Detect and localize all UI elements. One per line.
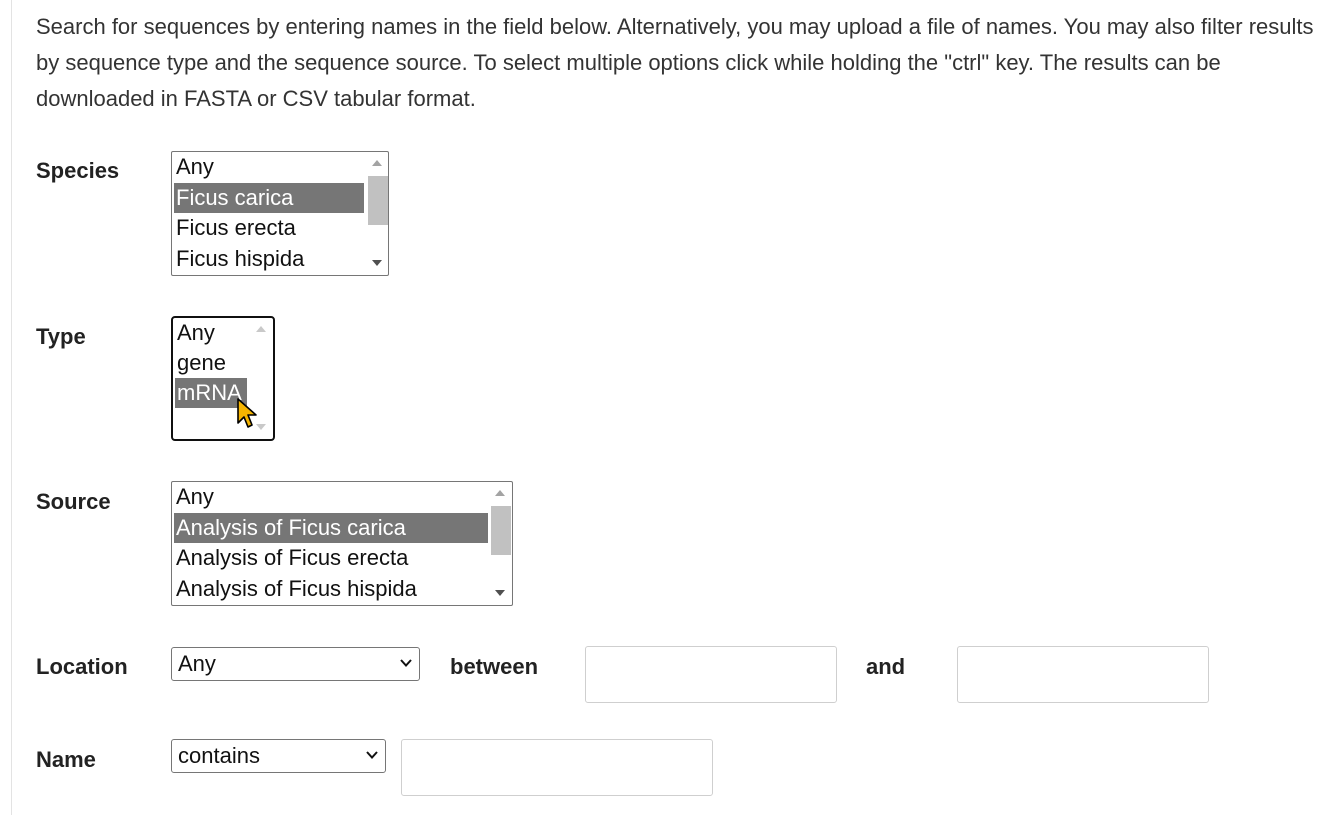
source-option-ficus-carica[interactable]: Analysis of Ficus carica [174, 513, 488, 543]
left-border [11, 0, 12, 815]
species-scrollbar[interactable] [365, 152, 388, 275]
species-option-ficus-carica[interactable]: Ficus carica [174, 183, 364, 213]
species-listbox[interactable]: Any Ficus carica Ficus erecta Ficus hisp… [171, 151, 389, 276]
name-label: Name [36, 747, 96, 772]
species-option-any[interactable]: Any [174, 152, 366, 182]
location-end-input[interactable] [957, 646, 1209, 703]
species-option-ficus-erecta[interactable]: Ficus erecta [174, 213, 366, 243]
location-select[interactable]: Any [171, 647, 420, 681]
mouse-pointer-icon [237, 398, 257, 428]
species-label: Species [36, 158, 120, 183]
scroll-down-arrow-icon[interactable] [372, 260, 382, 266]
source-option-ficus-erecta[interactable]: Analysis of Ficus erecta [174, 543, 488, 573]
source-scrollbar[interactable] [488, 482, 512, 605]
type-option-any[interactable]: Any [175, 318, 249, 348]
and-label: and [866, 654, 906, 679]
location-start-input[interactable] [585, 646, 837, 703]
scroll-up-arrow-icon[interactable] [256, 326, 266, 332]
name-operator-value: contains [178, 743, 260, 768]
source-option-any[interactable]: Any [174, 482, 488, 512]
chevron-down-icon [400, 659, 412, 667]
type-label: Type [36, 324, 86, 349]
source-scroll-thumb[interactable] [491, 506, 511, 555]
location-select-value: Any [178, 651, 216, 676]
scroll-up-arrow-icon[interactable] [372, 160, 382, 166]
scroll-up-arrow-icon[interactable] [495, 490, 505, 496]
source-listbox[interactable]: Any Analysis of Ficus carica Analysis of… [171, 481, 513, 606]
name-input[interactable] [401, 739, 713, 796]
between-label: between [450, 654, 539, 679]
source-option-ficus-hispida[interactable]: Analysis of Ficus hispida [174, 574, 488, 604]
name-operator-select[interactable]: contains [171, 739, 386, 773]
intro-text: Search for sequences by entering names i… [36, 14, 1314, 111]
scroll-down-arrow-icon[interactable] [495, 590, 505, 596]
species-option-ficus-hispida[interactable]: Ficus hispida [174, 244, 366, 274]
location-label: Location [36, 654, 128, 679]
type-option-gene[interactable]: gene [175, 348, 249, 378]
chevron-down-icon [366, 751, 378, 759]
species-scroll-thumb[interactable] [368, 176, 388, 225]
source-label: Source [36, 489, 111, 514]
